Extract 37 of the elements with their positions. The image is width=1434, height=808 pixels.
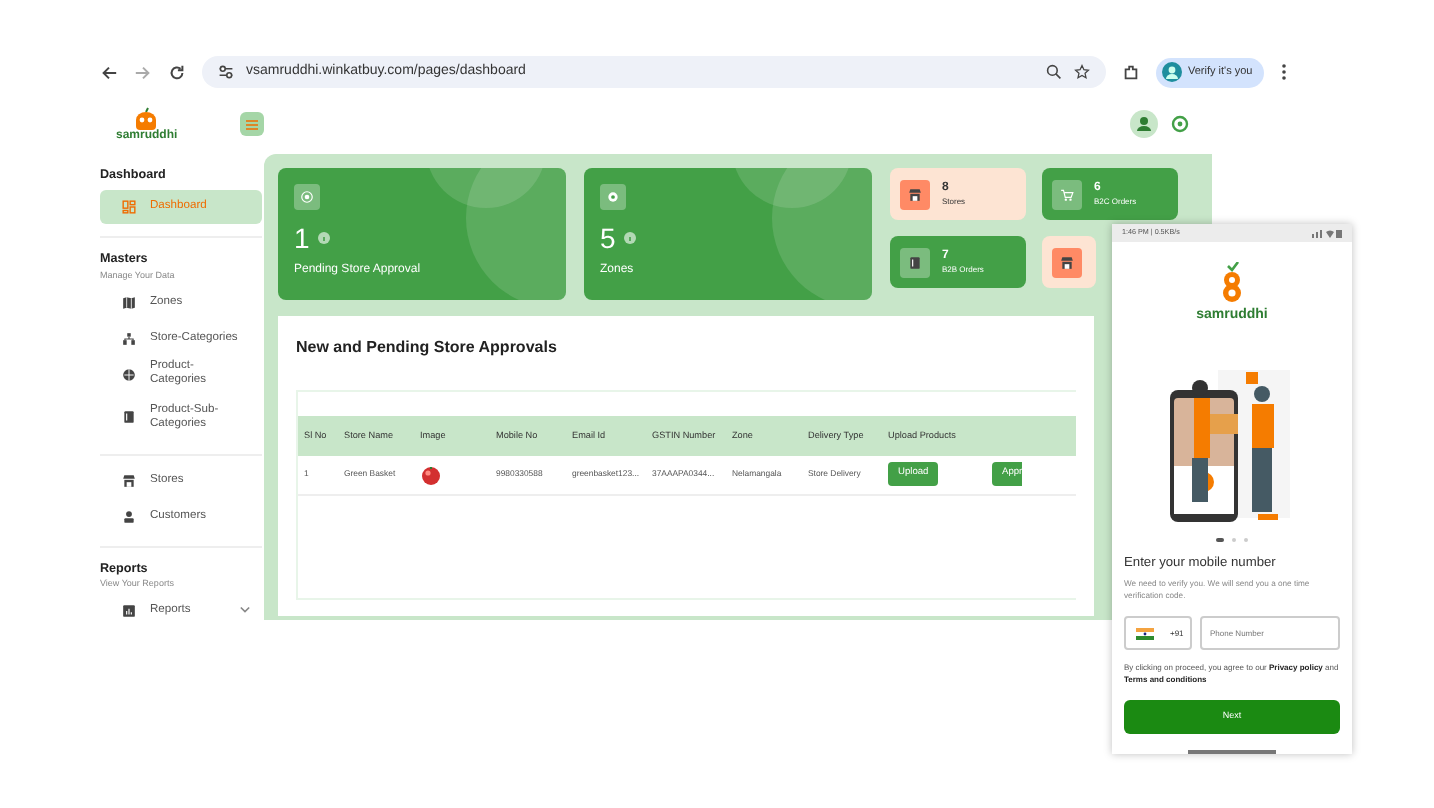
menu-button[interactable] <box>239 112 264 136</box>
store-icon <box>908 187 922 201</box>
grid-icon <box>122 200 136 215</box>
logo-icon <box>1218 262 1246 302</box>
zoom-icon[interactable] <box>1046 64 1062 80</box>
hierarchy-icon <box>122 331 136 346</box>
info-icon <box>623 232 636 244</box>
book-icon <box>908 255 922 269</box>
avatar-icon <box>1162 62 1182 82</box>
chevron-down-icon[interactable] <box>240 606 250 615</box>
panel-title: New and Pending Store Approvals <box>296 336 559 360</box>
map-icon <box>122 295 136 310</box>
flag-icon <box>1136 627 1154 640</box>
back-icon[interactable] <box>100 63 118 81</box>
extensions-icon[interactable] <box>1122 63 1140 81</box>
menu-icon <box>245 119 258 129</box>
site-settings-icon[interactable] <box>218 64 234 80</box>
book-icon <box>122 410 136 425</box>
chart-icon <box>122 603 136 618</box>
reload-icon[interactable] <box>168 63 186 81</box>
person-icon <box>122 509 136 524</box>
status-icons-drawing <box>1310 228 1342 238</box>
more-menu-icon[interactable] <box>1280 62 1289 82</box>
stat-value: 1 <box>294 224 310 252</box>
location-icon <box>606 190 620 204</box>
store-icon <box>122 473 136 488</box>
target-icon <box>300 190 314 204</box>
globe-icon <box>122 367 136 382</box>
home-indicator <box>1188 750 1276 754</box>
stat-value: 5 <box>600 224 616 252</box>
logo-icon <box>132 106 161 130</box>
user-icon[interactable] <box>1130 110 1158 138</box>
cart-icon <box>1060 187 1074 201</box>
info-icon <box>317 232 330 244</box>
store-icon <box>1060 255 1074 269</box>
bookmark-star-icon[interactable] <box>1074 64 1090 80</box>
settings-icon[interactable] <box>1170 114 1190 134</box>
